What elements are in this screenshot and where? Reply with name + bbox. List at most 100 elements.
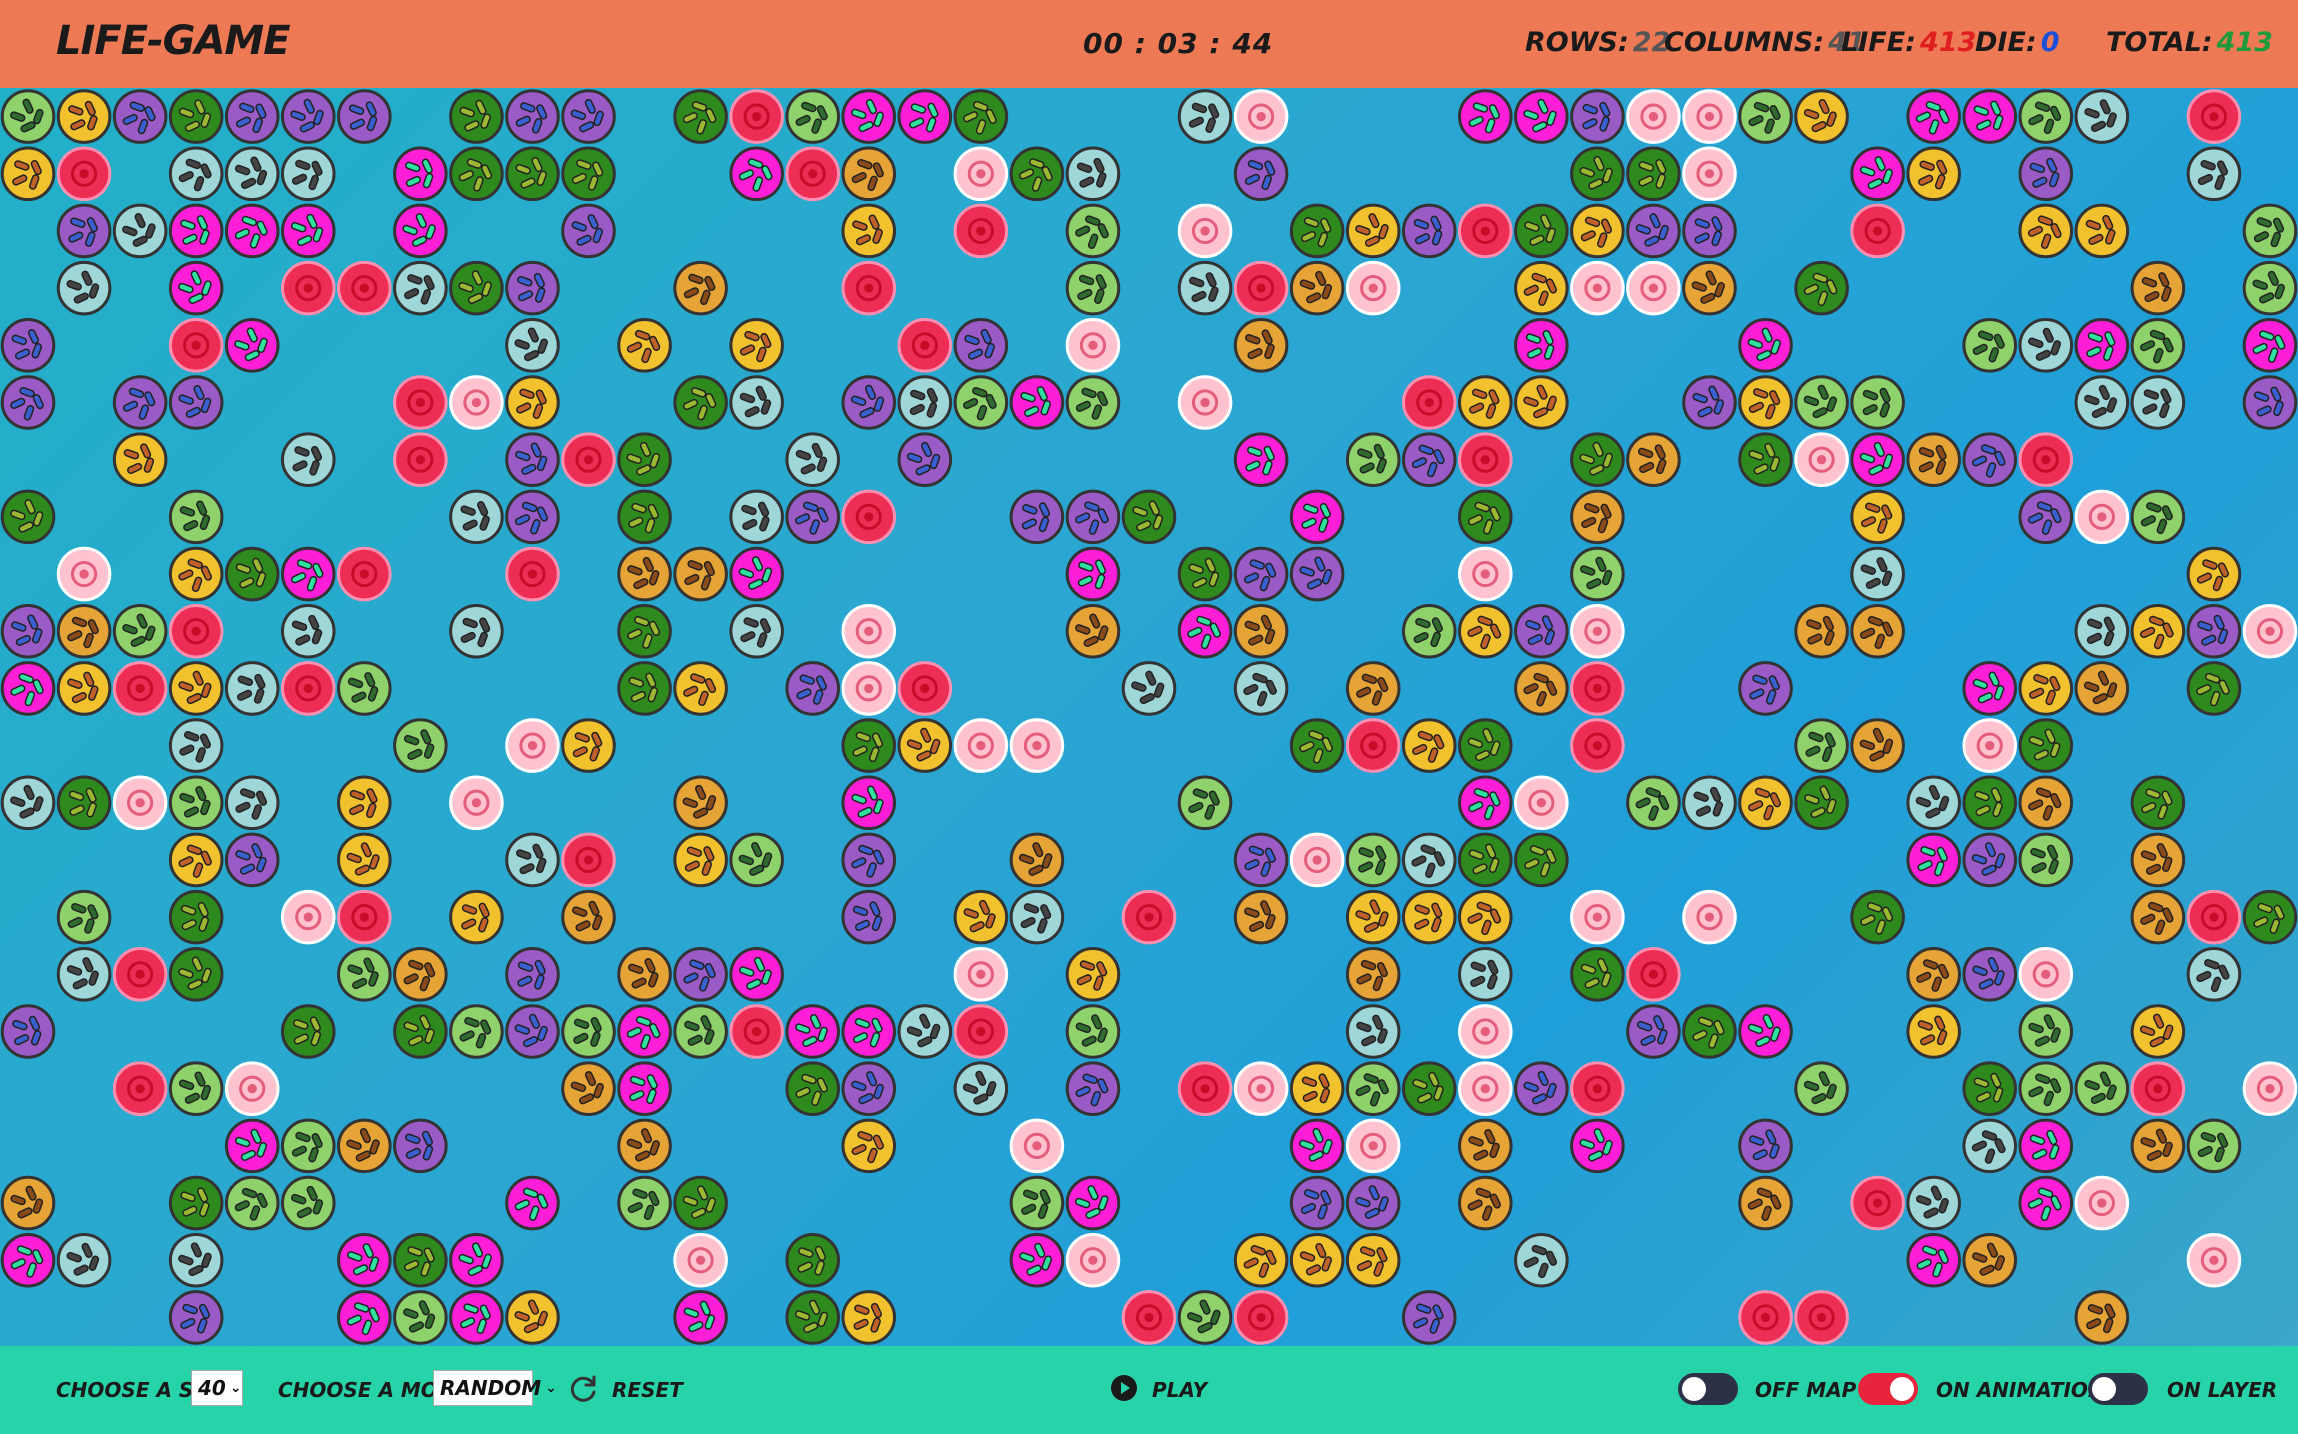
yellow-cell[interactable] xyxy=(2186,546,2242,602)
magenta-cell[interactable] xyxy=(1850,432,1905,487)
orange-cell[interactable] xyxy=(1345,947,1401,1002)
paleblue-cell[interactable] xyxy=(168,146,224,202)
darkgreen-cell[interactable] xyxy=(224,546,280,602)
magenta-cell[interactable] xyxy=(2018,1118,2074,1174)
red-cell[interactable] xyxy=(280,260,336,316)
pink-cell[interactable] xyxy=(1570,603,1625,659)
orange-cell[interactable] xyxy=(617,546,672,602)
yellow-cell[interactable] xyxy=(0,146,56,202)
darkgreen-cell[interactable] xyxy=(1458,718,1513,773)
magenta-cell[interactable] xyxy=(729,947,784,1002)
red-cell[interactable] xyxy=(1626,947,1681,1002)
purple-cell[interactable] xyxy=(505,89,560,144)
play-button[interactable]: PLAY xyxy=(1152,1378,1207,1402)
purple-cell[interactable] xyxy=(841,1061,897,1116)
darkgreen-cell[interactable] xyxy=(1626,146,1681,202)
pink-cell[interactable] xyxy=(1065,1232,1121,1288)
red-cell[interactable] xyxy=(1233,260,1289,316)
magenta-cell[interactable] xyxy=(393,203,448,259)
lightgreen-cell[interactable] xyxy=(168,489,224,545)
magenta-cell[interactable] xyxy=(168,203,224,259)
yellow-cell[interactable] xyxy=(2018,661,2074,716)
orange-cell[interactable] xyxy=(2130,832,2186,888)
darkgreen-cell[interactable] xyxy=(673,1175,728,1231)
lightgreen-cell[interactable] xyxy=(1065,203,1121,259)
magenta-cell[interactable] xyxy=(168,260,224,316)
purple-cell[interactable] xyxy=(1233,146,1289,202)
darkgreen-cell[interactable] xyxy=(1570,432,1625,487)
darkgreen-cell[interactable] xyxy=(1850,889,1905,945)
purple-cell[interactable] xyxy=(561,203,616,259)
orange-cell[interactable] xyxy=(1233,889,1289,945)
red-cell[interactable] xyxy=(841,489,897,545)
pink-cell[interactable] xyxy=(1682,146,1737,202)
purple-cell[interactable] xyxy=(505,432,560,487)
pink-cell[interactable] xyxy=(1233,1061,1289,1116)
orange-cell[interactable] xyxy=(393,947,448,1002)
purple-cell[interactable] xyxy=(1682,203,1737,259)
purple-cell[interactable] xyxy=(1962,947,2018,1002)
darkgreen-cell[interactable] xyxy=(2242,889,2298,945)
pink-cell[interactable] xyxy=(1570,260,1625,316)
magenta-cell[interactable] xyxy=(1738,1004,1793,1059)
paleblue-cell[interactable] xyxy=(280,432,336,487)
yellow-cell[interactable] xyxy=(841,1290,897,1345)
pink-cell[interactable] xyxy=(112,775,168,831)
red-cell[interactable] xyxy=(561,832,616,888)
orange-cell[interactable] xyxy=(1514,661,1569,716)
pink-cell[interactable] xyxy=(841,603,897,659)
pink-cell[interactable] xyxy=(953,718,1009,773)
red-cell[interactable] xyxy=(393,432,448,487)
purple-cell[interactable] xyxy=(1401,203,1457,259)
yellow-cell[interactable] xyxy=(617,318,672,373)
purple-cell[interactable] xyxy=(505,947,560,1002)
red-cell[interactable] xyxy=(280,661,336,716)
lightgreen-cell[interactable] xyxy=(1738,89,1793,144)
magenta-cell[interactable] xyxy=(224,318,280,373)
paleblue-cell[interactable] xyxy=(224,775,280,831)
yellow-cell[interactable] xyxy=(168,546,224,602)
purple-cell[interactable] xyxy=(224,832,280,888)
lightgreen-cell[interactable] xyxy=(2018,1004,2074,1059)
lightgreen-cell[interactable] xyxy=(561,1004,616,1059)
animation-toggle[interactable] xyxy=(1858,1373,1918,1405)
yellow-cell[interactable] xyxy=(673,832,728,888)
paleblue-cell[interactable] xyxy=(1682,775,1737,831)
red-cell[interactable] xyxy=(561,432,616,487)
yellow-cell[interactable] xyxy=(1345,203,1401,259)
lightgreen-cell[interactable] xyxy=(1065,375,1121,430)
yellow-cell[interactable] xyxy=(1458,603,1513,659)
pink-cell[interactable] xyxy=(1570,889,1625,945)
lightgreen-cell[interactable] xyxy=(1009,1175,1065,1231)
red-cell[interactable] xyxy=(1233,1290,1289,1345)
darkgreen-cell[interactable] xyxy=(1177,546,1233,602)
darkgreen-cell[interactable] xyxy=(785,1061,840,1116)
darkgreen-cell[interactable] xyxy=(0,489,56,545)
purple-cell[interactable] xyxy=(1738,1118,1793,1174)
purple-cell[interactable] xyxy=(1401,432,1457,487)
lightgreen-cell[interactable] xyxy=(112,603,168,659)
yellow-cell[interactable] xyxy=(1458,375,1513,430)
magenta-cell[interactable] xyxy=(1009,1232,1065,1288)
purple-cell[interactable] xyxy=(1626,1004,1681,1059)
purple-cell[interactable] xyxy=(337,89,392,144)
lightgreen-cell[interactable] xyxy=(168,1061,224,1116)
orange-cell[interactable] xyxy=(2130,260,2186,316)
magenta-cell[interactable] xyxy=(1514,318,1569,373)
purple-cell[interactable] xyxy=(841,832,897,888)
orange-cell[interactable] xyxy=(1738,1175,1793,1231)
yellow-cell[interactable] xyxy=(1794,89,1849,144)
yellow-cell[interactable] xyxy=(337,775,392,831)
reset-icon[interactable] xyxy=(566,1372,600,1406)
paleblue-cell[interactable] xyxy=(0,775,56,831)
red-cell[interactable] xyxy=(2186,89,2242,144)
red-cell[interactable] xyxy=(1850,203,1905,259)
magenta-cell[interactable] xyxy=(617,1061,672,1116)
purple-cell[interactable] xyxy=(112,375,168,430)
orange-cell[interactable] xyxy=(56,603,112,659)
darkgreen-cell[interactable] xyxy=(617,489,672,545)
paleblue-cell[interactable] xyxy=(2018,318,2074,373)
purple-cell[interactable] xyxy=(1289,546,1345,602)
purple-cell[interactable] xyxy=(1009,489,1065,545)
orange-cell[interactable] xyxy=(1065,603,1121,659)
